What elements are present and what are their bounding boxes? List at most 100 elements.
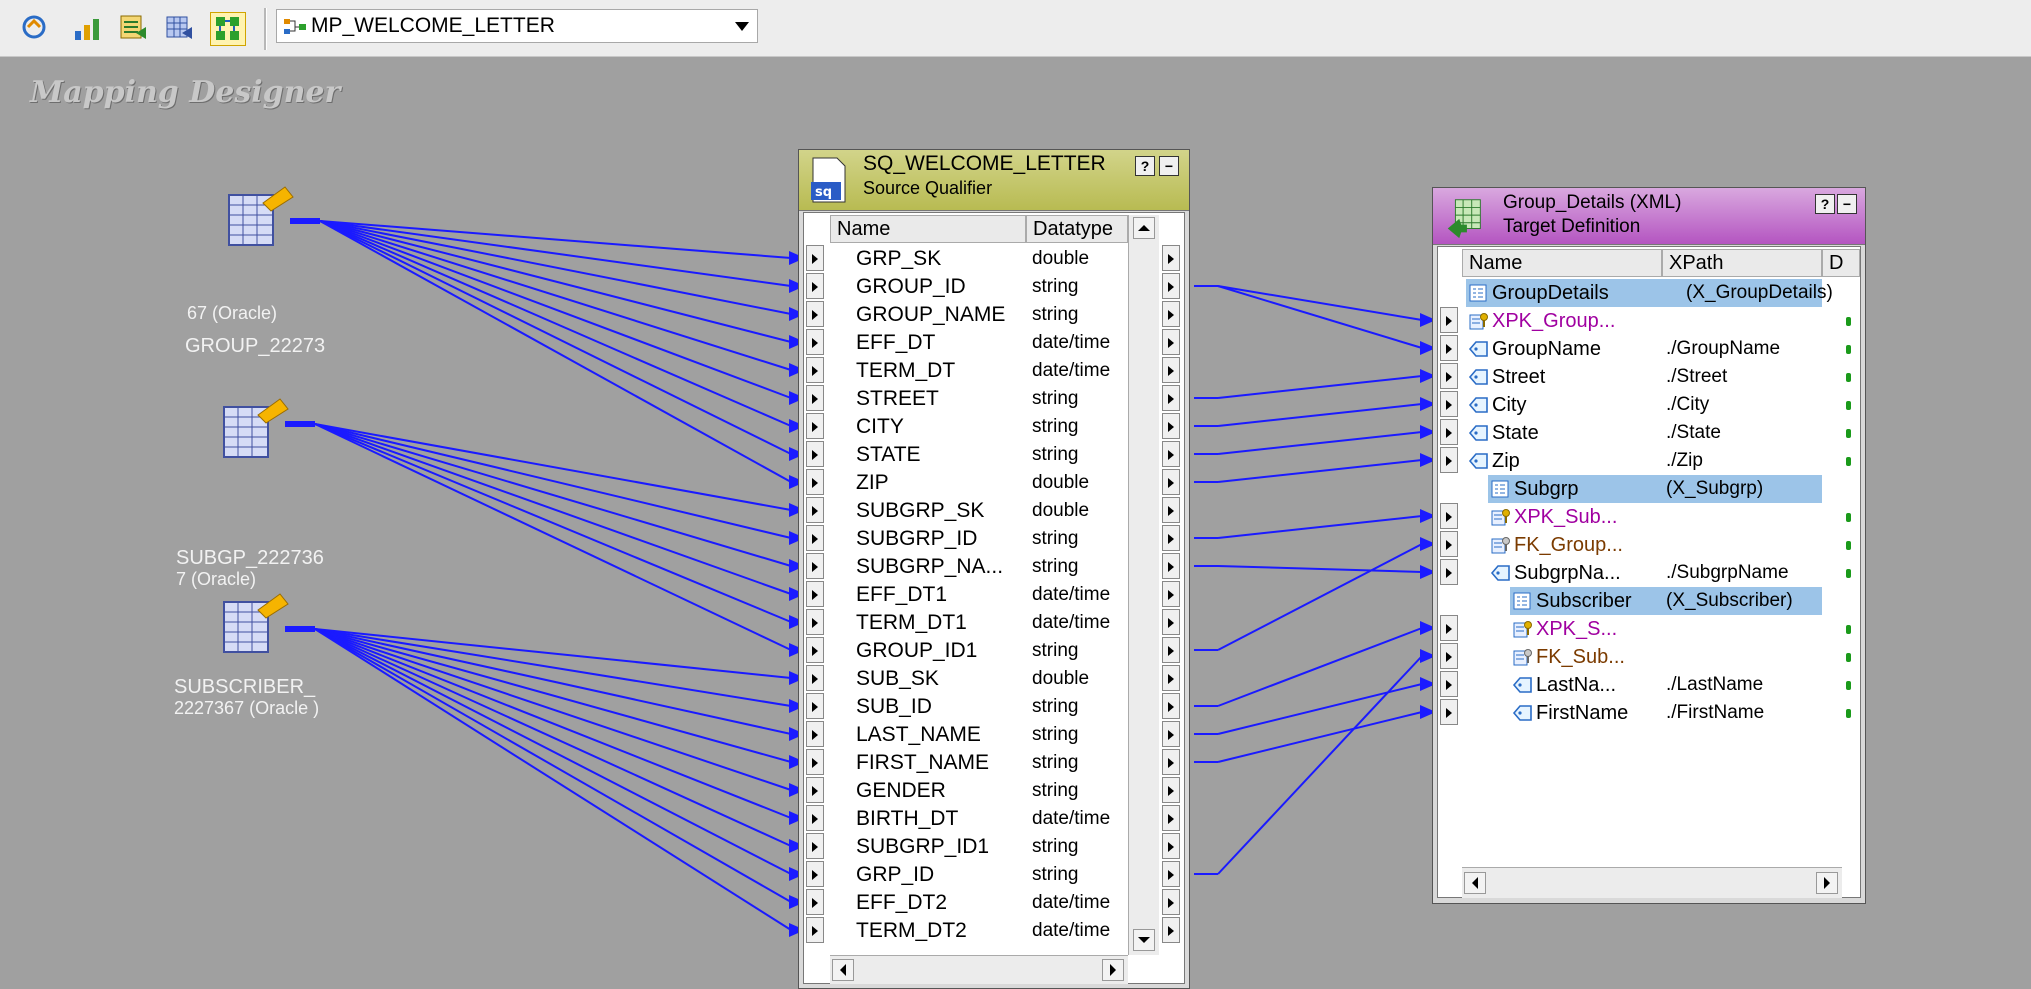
link-line[interactable] xyxy=(319,220,792,287)
column-header-xpath[interactable]: XPath xyxy=(1662,249,1822,277)
output-port[interactable] xyxy=(1162,833,1180,859)
input-port[interactable] xyxy=(806,665,824,691)
mapping-overview-icon[interactable] xyxy=(210,12,246,46)
link-line[interactable] xyxy=(1217,515,1423,539)
input-port[interactable] xyxy=(806,469,824,495)
target-header[interactable]: Group_Details (XML) Target Definition ? … xyxy=(1433,188,1865,245)
chevron-down-icon[interactable] xyxy=(735,22,749,31)
output-port[interactable] xyxy=(1162,721,1180,747)
scroll-down-button[interactable] xyxy=(1133,929,1155,951)
input-port[interactable] xyxy=(1440,643,1458,669)
input-port[interactable] xyxy=(806,721,824,747)
input-port[interactable] xyxy=(1440,699,1458,725)
link-line[interactable] xyxy=(314,628,792,735)
mapping-select[interactable]: MP_WELCOME_LETTER xyxy=(276,9,758,43)
output-port[interactable] xyxy=(1162,245,1180,271)
output-port[interactable] xyxy=(1162,273,1180,299)
input-port[interactable] xyxy=(806,497,824,523)
input-port[interactable] xyxy=(806,441,824,467)
input-port[interactable] xyxy=(806,861,824,887)
input-port[interactable] xyxy=(806,301,824,327)
output-port[interactable] xyxy=(1162,581,1180,607)
input-port[interactable] xyxy=(1440,419,1458,445)
output-port[interactable] xyxy=(1162,357,1180,383)
input-port[interactable] xyxy=(806,749,824,775)
input-port[interactable] xyxy=(806,553,824,579)
minimize-button[interactable]: − xyxy=(1159,156,1179,176)
input-port[interactable] xyxy=(806,609,824,635)
link-line[interactable] xyxy=(314,423,792,651)
sq-header[interactable]: sq SQ_WELCOME_LETTER Source Qualifier ? … xyxy=(799,150,1189,211)
minimize-button[interactable]: − xyxy=(1837,194,1857,214)
link-line[interactable] xyxy=(314,628,792,847)
output-port[interactable] xyxy=(1162,441,1180,467)
input-port[interactable] xyxy=(806,805,824,831)
output-port[interactable] xyxy=(1162,693,1180,719)
table-edit-icon[interactable] xyxy=(116,12,150,44)
output-port[interactable] xyxy=(1162,805,1180,831)
input-port[interactable] xyxy=(1440,559,1458,585)
link-line[interactable] xyxy=(1217,285,1423,349)
link-line[interactable] xyxy=(314,628,792,931)
input-port[interactable] xyxy=(806,273,824,299)
output-port[interactable] xyxy=(1162,301,1180,327)
input-port[interactable] xyxy=(1440,335,1458,361)
scroll-left-button[interactable] xyxy=(832,959,854,981)
scroll-right-button[interactable] xyxy=(1816,872,1838,894)
link-line[interactable] xyxy=(1217,543,1423,651)
link-line[interactable] xyxy=(314,423,792,623)
link-line[interactable] xyxy=(314,628,792,707)
input-port[interactable] xyxy=(806,413,824,439)
input-port[interactable] xyxy=(1440,363,1458,389)
output-port[interactable] xyxy=(1162,329,1180,355)
target-definition[interactable]: Group_Details (XML) Target Definition ? … xyxy=(1432,187,1866,904)
link-line[interactable] xyxy=(314,423,792,511)
input-port[interactable] xyxy=(1440,447,1458,473)
input-port[interactable] xyxy=(806,581,824,607)
link-line[interactable] xyxy=(1217,375,1423,399)
link-line[interactable] xyxy=(319,220,792,399)
input-port[interactable] xyxy=(1440,503,1458,529)
link-line[interactable] xyxy=(319,220,792,315)
link-line[interactable] xyxy=(314,628,792,763)
output-port[interactable] xyxy=(1162,469,1180,495)
scroll-right-button[interactable] xyxy=(1102,959,1124,981)
link-line[interactable] xyxy=(1217,431,1423,455)
column-header-datatype[interactable]: Datatype xyxy=(1026,215,1128,243)
link-line[interactable] xyxy=(1217,285,1423,321)
output-port[interactable] xyxy=(1162,553,1180,579)
input-port[interactable] xyxy=(806,637,824,663)
map-icon[interactable] xyxy=(18,12,52,44)
input-port[interactable] xyxy=(806,777,824,803)
link-line[interactable] xyxy=(314,423,792,595)
column-header-d[interactable]: D xyxy=(1822,249,1860,277)
input-port[interactable] xyxy=(806,889,824,915)
horizontal-scrollbar[interactable] xyxy=(830,955,1128,984)
input-port[interactable] xyxy=(1440,307,1458,333)
input-port[interactable] xyxy=(1440,671,1458,697)
mapping-canvas[interactable]: Mapping Designer GROUP_22273 67 (Oracle)… xyxy=(0,57,2031,989)
output-port[interactable] xyxy=(1162,413,1180,439)
input-port[interactable] xyxy=(806,357,824,383)
input-port[interactable] xyxy=(1440,531,1458,557)
output-port[interactable] xyxy=(1162,385,1180,411)
output-port[interactable] xyxy=(1162,889,1180,915)
link-line[interactable] xyxy=(319,220,792,371)
table-icon[interactable] xyxy=(162,12,196,44)
link-line[interactable] xyxy=(1217,403,1423,427)
output-port[interactable] xyxy=(1162,777,1180,803)
link-line[interactable] xyxy=(1217,711,1423,763)
horizontal-scrollbar[interactable] xyxy=(1462,867,1842,898)
input-port[interactable] xyxy=(1440,391,1458,417)
link-line[interactable] xyxy=(1217,683,1423,735)
input-port[interactable] xyxy=(806,525,824,551)
help-button[interactable]: ? xyxy=(1135,156,1155,176)
input-port[interactable] xyxy=(806,833,824,859)
output-port[interactable] xyxy=(1162,917,1180,943)
scroll-up-button[interactable] xyxy=(1133,217,1155,239)
output-port[interactable] xyxy=(1162,749,1180,775)
output-port[interactable] xyxy=(1162,609,1180,635)
link-line[interactable] xyxy=(314,423,792,539)
output-port[interactable] xyxy=(1162,525,1180,551)
link-line[interactable] xyxy=(1217,459,1423,483)
